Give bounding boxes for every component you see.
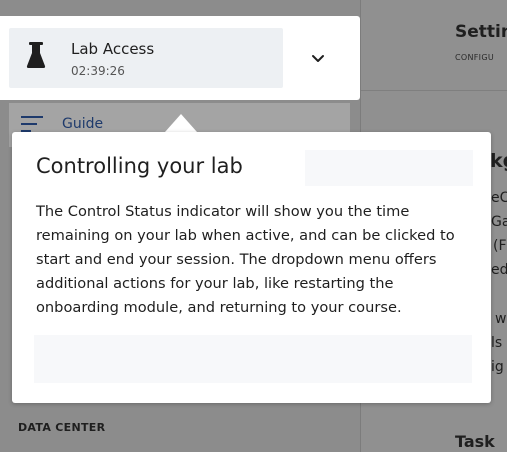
settings-header-divider <box>361 90 507 91</box>
chevron-down-icon <box>312 55 324 62</box>
lab-dropdown-button[interactable] <box>311 52 325 66</box>
tooltip-body: The Control Status indicator will show y… <box>36 203 455 316</box>
settings-subtitle: CONFIGU <box>455 53 494 62</box>
settings-partial-text: Ga <box>491 214 507 230</box>
settings-partial-text: ed <box>491 262 507 278</box>
lab-control-card[interactable]: Lab Access 02:39:26 <box>0 16 360 100</box>
settings-title: Settin <box>455 22 507 42</box>
task-section-title: Task <box>455 432 495 451</box>
guide-tooltip: Controlling your lab The Control Status … <box>12 132 491 403</box>
settings-partial-text: w <box>495 311 507 327</box>
lab-timer: 02:39:26 <box>71 64 125 78</box>
settings-partial-text: eC <box>491 190 507 206</box>
sidebar-section-label: DATA CENTER <box>18 421 106 434</box>
settings-partial-text: ig <box>491 359 504 375</box>
lab-access-title: Lab Access <box>71 40 155 58</box>
flask-icon <box>25 41 47 73</box>
settings-partial-text: (F <box>493 238 507 254</box>
menu-lines-icon <box>21 116 43 132</box>
tooltip-footer-placeholder <box>34 335 472 383</box>
lab-status-indicator[interactable]: Lab Access 02:39:26 <box>9 28 283 88</box>
settings-partial-text: ls <box>491 335 503 351</box>
tooltip-title: Controlling your lab <box>36 154 243 178</box>
guide-label: Guide <box>62 116 104 132</box>
tooltip-pointer <box>165 114 197 132</box>
settings-partial-text: kg <box>490 150 507 172</box>
tooltip-placeholder <box>305 150 473 186</box>
